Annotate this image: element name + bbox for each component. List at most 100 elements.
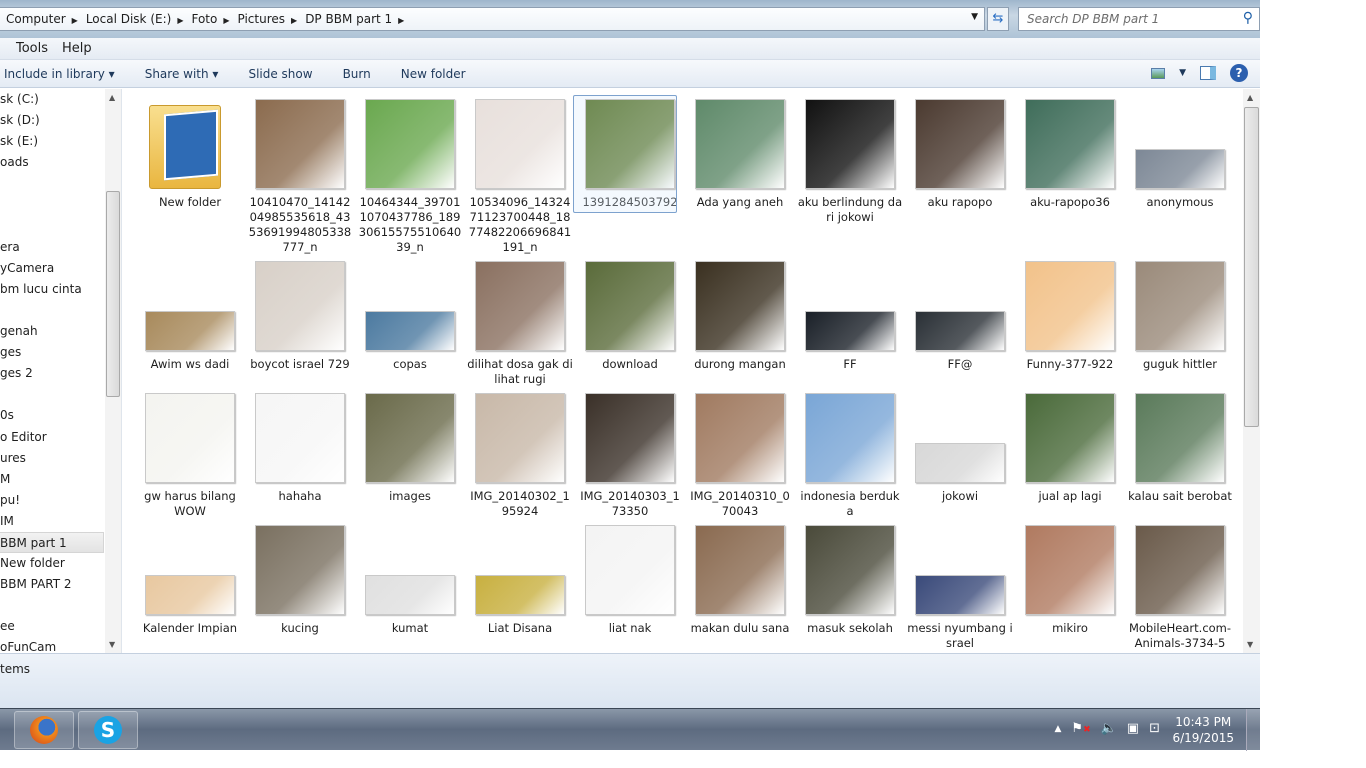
file-item[interactable]: Liat Disana	[467, 525, 573, 636]
breadcrumb-item[interactable]: Local Disk (E:)	[86, 12, 172, 26]
file-item[interactable]: 1391284503792	[573, 95, 683, 213]
breadcrumb-item[interactable]: DP BBM part 1	[305, 12, 392, 26]
file-item[interactable]: MobileHeart.com-Animals-3734-5	[1127, 525, 1233, 651]
nav-item[interactable]	[0, 216, 121, 237]
view-options-icon[interactable]	[1151, 67, 1166, 79]
chevron-right-icon[interactable]: ▶	[223, 16, 229, 25]
skype-taskbar-button[interactable]: S	[78, 711, 138, 749]
nav-item[interactable]: sk (D:)	[0, 110, 121, 131]
file-item[interactable]: IMG_20140310_070043	[687, 393, 793, 519]
file-item[interactable]: gw harus bilang WOW	[137, 393, 243, 519]
content-scrollbar-thumb[interactable]	[1244, 107, 1259, 427]
nav-item[interactable]	[0, 173, 121, 194]
file-item[interactable]: 10534096_1432471123700448_18774822066968…	[467, 99, 573, 255]
firefox-taskbar-button[interactable]	[14, 711, 74, 749]
file-item[interactable]: images	[357, 393, 463, 504]
file-item[interactable]: hahaha	[247, 393, 353, 504]
nav-item[interactable]: bm lucu cinta	[0, 279, 121, 300]
nav-scrollbar[interactable]: ▲ ▼	[105, 89, 121, 653]
content-scrollbar[interactable]: ▲ ▼	[1243, 89, 1260, 653]
include-in-library-button[interactable]: Include in library ▾	[0, 67, 130, 81]
new-folder-button[interactable]: New folder	[386, 67, 481, 81]
file-item[interactable]: copas	[357, 261, 463, 372]
file-item[interactable]: makan dulu sana	[687, 525, 793, 636]
nav-item[interactable]: BBM part 1	[0, 531, 104, 554]
file-item[interactable]: Kalender Impian	[137, 525, 243, 636]
file-item[interactable]: FF	[797, 261, 903, 372]
file-item[interactable]: kucing	[247, 525, 353, 636]
nav-item[interactable]: pu!	[0, 490, 121, 511]
file-item[interactable]: download	[577, 261, 683, 372]
nav-item[interactable]: sk (E:)	[0, 131, 121, 152]
burn-button[interactable]: Burn	[328, 67, 386, 81]
nav-item[interactable]: ges	[0, 342, 121, 363]
file-item[interactable]: boycot israel 729	[247, 261, 353, 372]
file-item[interactable]: indonesia berduka	[797, 393, 903, 519]
nav-item[interactable]: oads	[0, 152, 121, 173]
file-item[interactable]: jokowi	[907, 393, 1013, 504]
nav-item[interactable]: sk (C:)	[0, 89, 121, 110]
file-item[interactable]: Funny-377-922	[1017, 261, 1123, 372]
file-item[interactable]: mikiro	[1017, 525, 1123, 636]
file-item[interactable]: messi nyumbang israel	[907, 525, 1013, 651]
file-item[interactable]: guguk hittler	[1127, 261, 1233, 372]
nav-item[interactable]: oFunCam	[0, 637, 121, 653]
menu-tools[interactable]: Tools	[16, 41, 48, 56]
file-item[interactable]: aku rapopo	[907, 99, 1013, 210]
share-with-button[interactable]: Share with ▾	[130, 67, 234, 81]
file-item[interactable]: kumat	[357, 525, 463, 636]
nav-item[interactable]	[0, 194, 121, 215]
network-icon[interactable]: ⊡	[1149, 721, 1160, 736]
file-item[interactable]: IMG_20140303_173350	[577, 393, 683, 519]
nav-item[interactable]: yCamera	[0, 258, 121, 279]
chevron-right-icon[interactable]: ▶	[398, 16, 404, 25]
file-item[interactable]: jual ap lagi	[1017, 393, 1123, 504]
power-icon[interactable]: ▣	[1127, 721, 1139, 736]
nav-item[interactable]: M	[0, 469, 121, 490]
nav-item[interactable]: ee	[0, 616, 121, 637]
chevron-down-icon[interactable]: ▼	[971, 12, 978, 22]
nav-item[interactable]: New folder	[0, 553, 121, 574]
refresh-icon[interactable]: ⇆	[987, 7, 1009, 31]
nav-scrollbar-thumb[interactable]	[106, 191, 120, 397]
nav-item[interactable]: 0s	[0, 405, 121, 426]
file-item[interactable]: Awim ws dadi	[137, 261, 243, 372]
clock[interactable]: 10:43 PM 6/19/2015	[1172, 714, 1234, 746]
chevron-down-icon[interactable]: ▼	[1179, 68, 1186, 78]
file-item[interactable]: 10464344_397011070437786_189306155755106…	[357, 99, 463, 255]
file-item[interactable]: liat nak	[577, 525, 683, 636]
chevron-right-icon[interactable]: ▶	[291, 16, 297, 25]
chevron-right-icon[interactable]: ▶	[72, 16, 78, 25]
breadcrumb-item[interactable]: Pictures	[238, 12, 286, 26]
file-item[interactable]: dilihat dosa gak dilihat rugi	[467, 261, 573, 387]
file-item[interactable]: kalau sait berobat	[1127, 393, 1233, 504]
file-item[interactable]: masuk sekolah	[797, 525, 903, 636]
file-item[interactable]: IMG_20140302_195924	[467, 393, 573, 519]
file-item[interactable]: aku-rapopo36	[1017, 99, 1123, 210]
nav-item[interactable]: o Editor	[0, 427, 121, 448]
menu-help[interactable]: Help	[62, 41, 92, 56]
breadcrumb-item[interactable]: Foto	[191, 12, 217, 26]
volume-icon[interactable]: 🔈	[1101, 721, 1117, 736]
nav-item[interactable]	[0, 384, 121, 405]
show-hidden-icons-icon[interactable]: ▲	[1054, 721, 1061, 736]
file-item[interactable]: FF@	[907, 261, 1013, 372]
file-item[interactable]: 10410470_1414204985535618_43536919948053…	[247, 99, 353, 255]
breadcrumb[interactable]: Computer ▶ Local Disk (E:) ▶ Foto ▶ Pictures ▶ D…	[0, 7, 985, 31]
folder-item[interactable]: New folder	[137, 99, 243, 210]
preview-pane-icon[interactable]	[1200, 66, 1216, 80]
file-item[interactable]: durong mangan	[687, 261, 793, 372]
file-item[interactable]: Ada yang aneh	[687, 99, 793, 210]
action-center-flag-icon[interactable]: ⚑✖	[1071, 721, 1090, 736]
show-desktop-button[interactable]	[1246, 709, 1260, 751]
nav-item[interactable]: ures	[0, 448, 121, 469]
search-input[interactable]: Search DP BBM part 1 ⚲	[1018, 7, 1260, 31]
slide-show-button[interactable]: Slide show	[233, 67, 327, 81]
nav-item[interactable]: IM	[0, 511, 121, 532]
file-item[interactable]: anonymous	[1127, 99, 1233, 210]
nav-item[interactable]	[0, 300, 121, 321]
help-icon[interactable]: ?	[1230, 64, 1248, 82]
nav-item[interactable]: era	[0, 237, 121, 258]
nav-item[interactable]: BBM PART 2	[0, 574, 121, 595]
search-icon[interactable]: ⚲	[1243, 10, 1253, 26]
